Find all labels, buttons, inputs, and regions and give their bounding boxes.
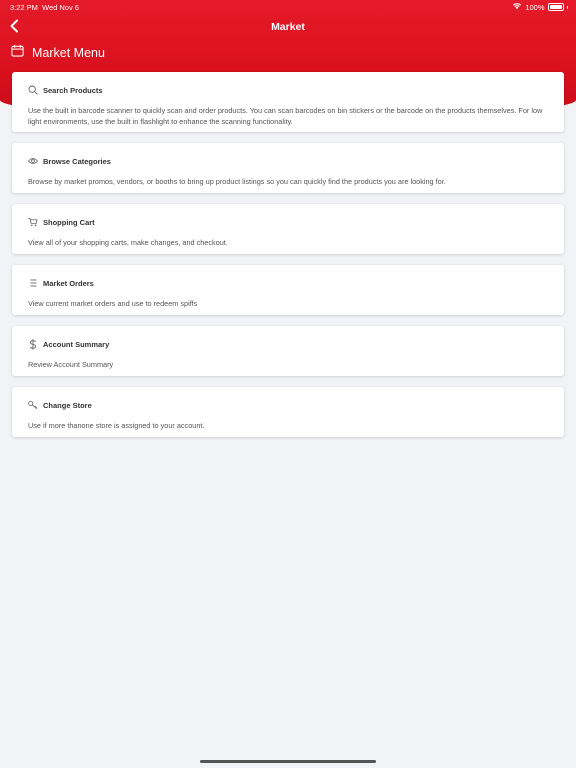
status-indicators: 100% [512, 2, 568, 12]
market-orders-card[interactable]: Market Orders View current market orders… [12, 265, 564, 315]
battery-percent: 100% [525, 2, 545, 12]
cart-icon [28, 217, 38, 227]
card-description: View current market orders and use to re… [28, 299, 198, 308]
battery-tip [566, 5, 568, 9]
card-title: Change Store [43, 400, 92, 410]
menu-heading-label: Market Menu [32, 46, 105, 60]
battery-icon [547, 3, 564, 11]
menu-heading: Market Menu [11, 44, 105, 62]
card-description: Browse by market promos, vendors, or boo… [28, 177, 446, 186]
search-icon [28, 85, 38, 95]
card-description: Use if more thanone store is assigned to… [28, 421, 205, 430]
account-summary-card[interactable]: Account Summary Review Account Summary [12, 326, 564, 376]
list-icon [28, 278, 38, 288]
home-indicator[interactable] [200, 760, 376, 763]
status-date: Wed Nov 6 [42, 3, 79, 12]
card-title: Browse Categories [43, 156, 111, 166]
eye-icon [28, 156, 38, 166]
menu-card-list: Search Products Use the built in barcode… [12, 72, 564, 448]
shopping-cart-card[interactable]: Shopping Cart View all of your shopping … [12, 204, 564, 254]
card-description: View all of your shopping carts, make ch… [28, 238, 228, 247]
status-bar: 3:22 PM Wed Nov 6 100% [0, 0, 576, 14]
page-title: Market [271, 21, 305, 33]
browse-categories-card[interactable]: Browse Categories Browse by market promo… [12, 143, 564, 193]
card-description: Review Account Summary [28, 360, 114, 369]
navigation-bar: Market [0, 16, 576, 40]
change-store-card[interactable]: Change Store Use if more thanone store i… [12, 387, 564, 437]
card-title: Account Summary [43, 339, 110, 349]
card-description: Use the built in barcode scanner to quic… [28, 106, 543, 126]
calendar-icon [11, 44, 24, 62]
dollar-icon [28, 338, 38, 350]
card-title: Market Orders [43, 278, 94, 288]
wifi-icon [512, 2, 522, 12]
key-icon [28, 400, 38, 410]
search-products-card[interactable]: Search Products Use the built in barcode… [12, 72, 564, 132]
status-time: 3:22 PM [10, 3, 38, 12]
card-title: Shopping Cart [43, 217, 95, 227]
card-title: Search Products [43, 85, 103, 95]
